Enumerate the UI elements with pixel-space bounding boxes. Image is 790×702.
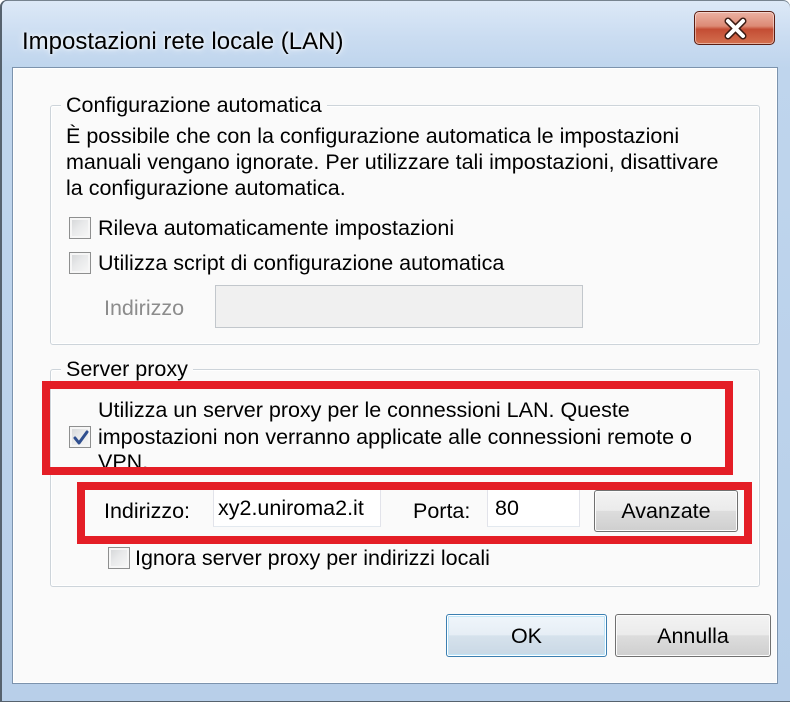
detect-settings-label: Rileva automaticamente impostazioni <box>98 216 455 240</box>
auto-config-description-line: manuali vengano ignorate. Per utilizzare… <box>66 150 719 174</box>
detect-settings-checkbox[interactable]: Rileva automaticamente impostazioni <box>69 215 459 241</box>
checkbox-box[interactable] <box>108 547 130 569</box>
lan-settings-dialog: Impostazioni rete locale (LAN) Configura… <box>0 0 790 702</box>
checkbox-box[interactable] <box>69 217 91 239</box>
cancel-button-label: Annulla <box>657 623 729 648</box>
auto-config-description-line: È possibile che con la configurazione au… <box>66 124 680 148</box>
use-script-checkbox[interactable]: Utilizza script di configurazione automa… <box>69 250 509 276</box>
auto-config-legend: Configurazione automatica <box>61 92 327 118</box>
bypass-local-label: Ignora server proxy per indirizzi locali <box>135 546 490 570</box>
bypass-local-checkbox[interactable]: Ignora server proxy per indirizzi locali <box>108 545 508 571</box>
checkbox-box[interactable] <box>69 252 91 274</box>
use-script-label: Utilizza script di configurazione automa… <box>98 251 505 275</box>
ok-button[interactable]: OK <box>446 614 607 657</box>
window-title: Impostazioni rete locale (LAN) <box>22 28 344 55</box>
cancel-button[interactable]: Annulla <box>615 614 771 657</box>
close-button[interactable] <box>694 11 775 45</box>
auto-config-description-line: la configurazione automatica. <box>66 176 346 200</box>
ok-button-label: OK <box>510 623 543 648</box>
close-icon <box>724 17 747 40</box>
proxy-legend: Server proxy <box>61 356 193 382</box>
highlight-proxy-address-row <box>77 482 752 544</box>
script-address-label: Indirizzo <box>104 296 185 320</box>
script-address-input[interactable] <box>215 285 583 328</box>
highlight-use-proxy <box>42 381 733 475</box>
